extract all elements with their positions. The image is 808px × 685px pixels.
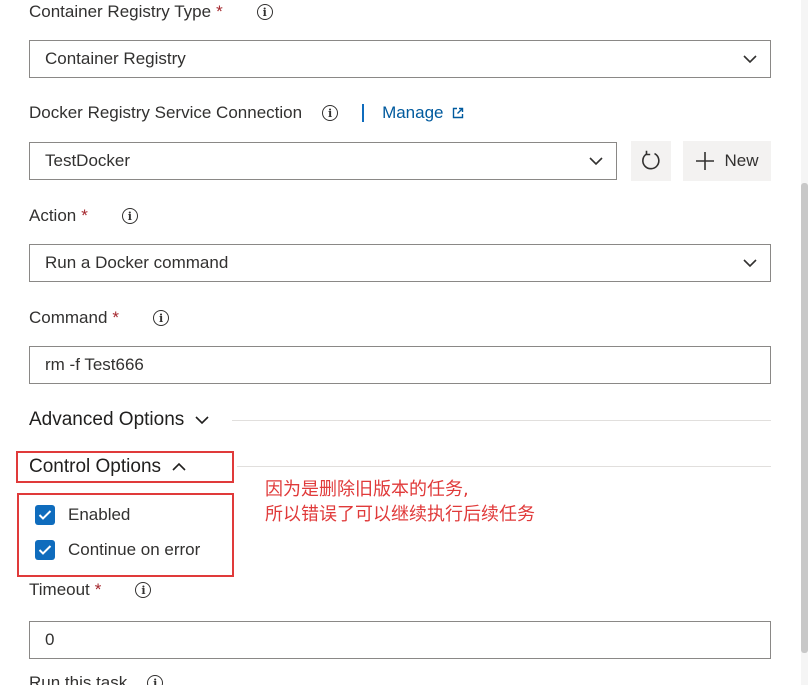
action-value: Run a Docker command: [45, 253, 229, 272]
chevron-down-icon: [195, 416, 209, 425]
run-this-task-label-row: Run this task i: [29, 671, 164, 685]
chevron-down-icon: [743, 259, 757, 268]
timeout-value: 0: [45, 630, 55, 649]
docker-connection-select[interactable]: TestDocker: [29, 142, 617, 180]
annotation-note: 因为是删除旧版本的任务, 所以错误了可以继续执行后续任务: [265, 477, 535, 527]
timeout-label: Timeout: [29, 580, 90, 599]
info-icon[interactable]: i: [121, 208, 138, 224]
action-label-row: Action * i: [29, 204, 138, 228]
section-divider: [232, 420, 771, 421]
chevron-down-icon: [743, 55, 757, 64]
advanced-options-label: Advanced Options: [29, 409, 185, 430]
container-registry-type-value: Container Registry: [45, 49, 186, 68]
required-mark: *: [112, 308, 120, 327]
annotation-line-2: 所以错误了可以继续执行后续任务: [265, 504, 535, 525]
action-label: Action: [29, 206, 77, 225]
info-icon[interactable]: i: [256, 4, 273, 20]
command-input[interactable]: rm -f Test666: [29, 346, 771, 384]
new-button-label: New: [724, 151, 759, 170]
docker-connection-value: TestDocker: [45, 151, 131, 170]
plus-icon: [696, 152, 715, 170]
scrollbar-thumb[interactable]: [801, 183, 808, 653]
run-this-task-label: Run this task: [29, 673, 128, 685]
advanced-options-toggle[interactable]: Advanced Options: [29, 407, 210, 433]
manage-link[interactable]: Manage: [382, 103, 443, 123]
command-label: Command: [29, 308, 108, 327]
docker-connection-label: Docker Registry Service Connection: [29, 103, 303, 122]
info-icon[interactable]: i: [153, 310, 170, 326]
required-mark: *: [94, 580, 102, 599]
command-value: rm -f Test666: [45, 355, 144, 374]
docker-connection-label-row: Docker Registry Service Connection i Man…: [29, 101, 464, 125]
highlight-box-checkboxes: [17, 493, 234, 577]
required-mark: *: [81, 206, 88, 225]
container-registry-type-label-row: Container Registry Type * i: [29, 0, 273, 24]
section-divider: [237, 466, 771, 467]
task-settings-panel: Container Registry Type * i Container Re…: [0, 0, 808, 685]
action-select[interactable]: Run a Docker command: [29, 244, 771, 282]
timeout-label-row: Timeout * i: [29, 578, 152, 602]
command-label-row: Command * i: [29, 306, 170, 330]
highlight-box-control-options: [16, 451, 234, 483]
timeout-input[interactable]: 0: [29, 621, 771, 659]
required-mark: *: [216, 2, 223, 21]
refresh-icon: [642, 150, 660, 170]
annotation-line-1: 因为是删除旧版本的任务,: [265, 479, 469, 500]
external-link-icon[interactable]: [452, 107, 464, 119]
info-icon[interactable]: i: [322, 105, 339, 121]
info-icon[interactable]: i: [147, 675, 164, 685]
refresh-button[interactable]: [631, 141, 671, 181]
new-connection-button[interactable]: New: [683, 141, 771, 181]
container-registry-type-select[interactable]: Container Registry: [29, 40, 771, 78]
info-icon[interactable]: i: [135, 582, 152, 598]
chevron-down-icon: [589, 157, 603, 166]
separator: [362, 104, 365, 122]
container-registry-type-label: Container Registry Type: [29, 2, 212, 21]
